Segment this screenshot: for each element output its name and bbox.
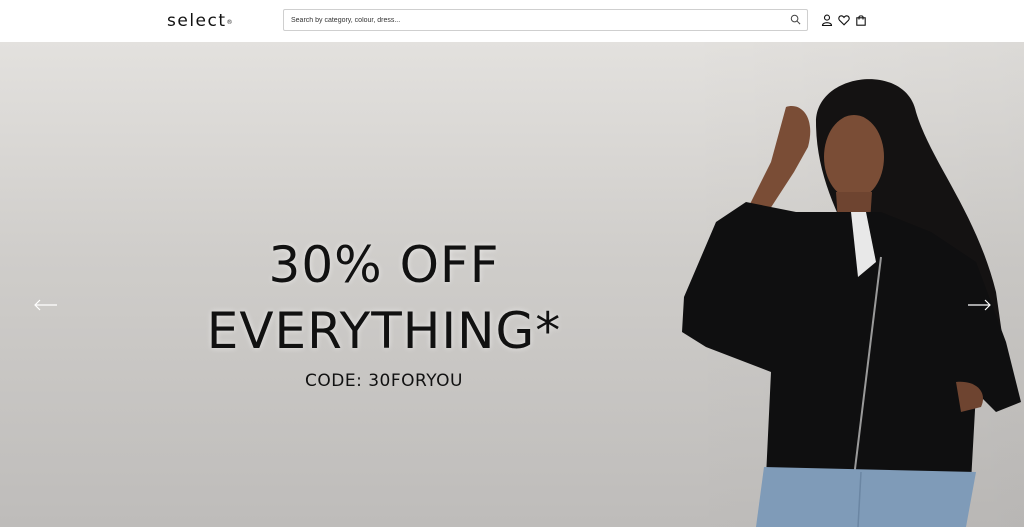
wishlist-heart-icon[interactable]: [838, 14, 850, 26]
arrow-right-icon[interactable]: [966, 298, 992, 312]
account-icon[interactable]: [821, 14, 833, 26]
search-bar: [283, 9, 808, 31]
promo-code: CODE: 30FORYOU: [304, 371, 463, 391]
brand-logo[interactable]: select®: [167, 11, 234, 31]
logo-mark: ®: [226, 19, 235, 26]
search-input[interactable]: [291, 10, 781, 30]
site-header: select®: [0, 0, 1024, 42]
logo-text: select: [167, 11, 227, 31]
headline-line-2: EVERYTHING*: [206, 302, 562, 360]
promo-headline: 30% OFF EVERYTHING*: [184, 232, 584, 364]
shopping-bag-icon[interactable]: [855, 14, 867, 26]
hero-model-image: [682, 79, 1021, 527]
headline-line-1: 30% OFF: [268, 236, 500, 294]
hero-banner[interactable]: 30% OFF EVERYTHING* CODE: 30FORYOU: [0, 42, 1024, 527]
search-icon[interactable]: [790, 14, 801, 25]
arrow-left-icon[interactable]: [33, 298, 59, 312]
